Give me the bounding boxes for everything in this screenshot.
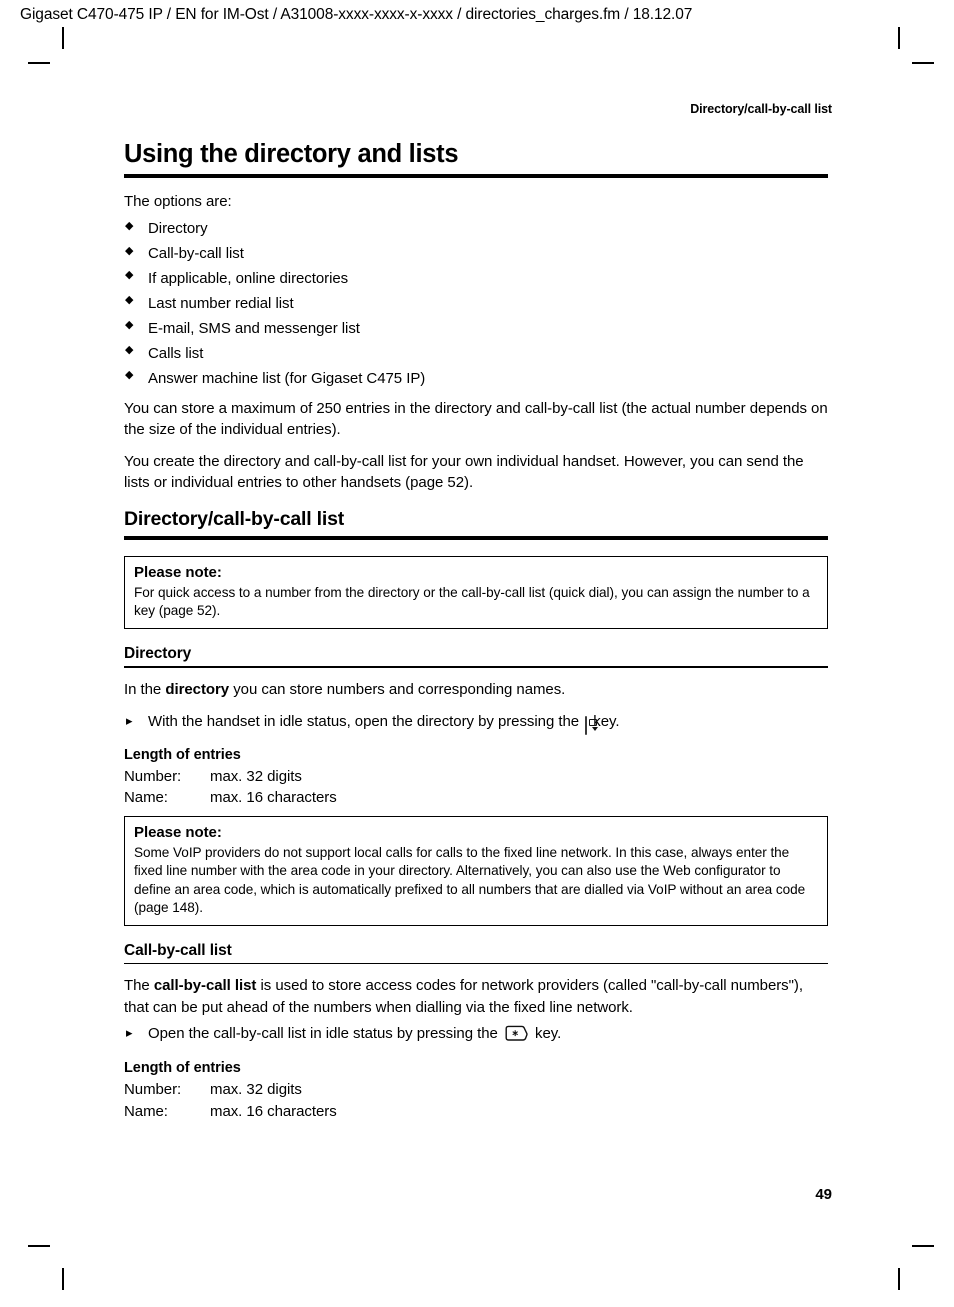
list-item: ◆ Answer machine list (for Gigaset C475 I… (124, 367, 828, 392)
subsection-title-call-by-call: Call-by-call list (124, 941, 232, 959)
list-item-label: E-mail, SMS and messenger list (148, 319, 360, 337)
please-note-box-1: Please note: For quick access to a numbe… (124, 556, 828, 629)
directory-name-value: max. 16 characters (210, 789, 337, 807)
content-column: Using the directory and lists The option… (124, 140, 828, 1122)
diamond-bullet-icon: ◆ (125, 344, 134, 357)
section-title: Directory/call-by-call list (124, 507, 345, 530)
list-item: ◆ If applicable, online directories (124, 267, 828, 292)
directory-step-pre: With the handset in idle status, open th… (148, 712, 584, 730)
cbc-step-pre: Open the call-by-call list in idle statu… (148, 1025, 502, 1043)
directory-number-value: max. 32 digits (210, 767, 302, 785)
directory-step: ▸ With the handset in idle status, open t… (124, 711, 828, 737)
cbc-number-value: max. 32 digits (210, 1080, 302, 1098)
note-title: Please note: (134, 824, 222, 842)
cbc-name-label: Name: (124, 1102, 168, 1120)
diamond-bullet-icon: ◆ (125, 368, 134, 381)
crop-mark-bottom-left-horizontal (28, 1245, 50, 1247)
star-key-icon (504, 1025, 529, 1049)
list-item-label: Call-by-call list (148, 245, 244, 263)
directory-intro: In the directory you can store numbers a… (124, 679, 828, 700)
directory-length-title: Length of entries (124, 746, 241, 763)
diamond-bullet-icon: ◆ (125, 244, 134, 257)
directory-key-icon (585, 715, 588, 737)
diamond-bullet-icon: ◆ (125, 294, 134, 307)
cbc-number-row: Number: max. 32 digits (124, 1079, 828, 1101)
options-intro: The options are: (124, 193, 232, 211)
section-rule (124, 536, 828, 541)
cbc-length-title: Length of entries (124, 1059, 241, 1076)
note-body: Some VoIP providers do not support local… (134, 844, 806, 916)
crop-mark-top-left-vertical (62, 27, 64, 49)
cbc-name-row: Name: max. 16 characters (124, 1101, 828, 1123)
list-item-label: Answer machine list (for Gigaset C475 IP… (148, 369, 426, 387)
step-arrow-icon: ▸ (126, 712, 133, 728)
directory-intro-post: you can store numbers and corresponding … (229, 680, 566, 698)
handset-paragraph: You create the directory and call-by-cal… (124, 453, 804, 492)
running-head: Directory/call-by-call list (690, 102, 832, 116)
list-item: ◆ Last number redial list (124, 292, 828, 317)
list-item-label: Last number redial list (148, 295, 294, 313)
step-arrow-icon: ▸ (126, 1024, 133, 1040)
crop-mark-bottom-right-vertical (898, 1268, 900, 1290)
list-item-label: If applicable, online directories (148, 270, 349, 288)
directory-number-label: Number: (124, 767, 182, 785)
chapter-rule (124, 174, 828, 179)
list-item: ◆ Calls list (124, 342, 828, 367)
crop-mark-top-right-horizontal (912, 62, 934, 64)
directory-name-row: Name: max. 16 characters (124, 787, 828, 809)
diamond-bullet-icon: ◆ (125, 219, 134, 232)
diamond-bullet-icon: ◆ (125, 319, 134, 332)
crop-mark-bottom-right-horizontal (912, 1245, 934, 1247)
capacity-paragraph: You can store a maximum of 250 entries i… (124, 399, 828, 438)
page-number: 49 (815, 1186, 832, 1203)
crop-mark-bottom-left-vertical (62, 1268, 64, 1290)
cbc-intro-bold: call-by-call list (153, 977, 257, 995)
crop-mark-top-right-vertical (898, 27, 900, 49)
list-item-label: Directory (148, 220, 208, 238)
cbc-name-value: max. 16 characters (210, 1102, 337, 1120)
list-item-label: Calls list (148, 344, 204, 362)
list-item: ◆ Directory (124, 217, 828, 242)
directory-intro-pre: In the (124, 680, 166, 698)
directory-intro-bold: directory (165, 680, 230, 698)
crop-mark-top-left-horizontal (28, 62, 50, 64)
subsection-rule-directory (124, 666, 828, 668)
cbc-intro-pre: The (124, 977, 154, 995)
please-note-box-2: Please note: Some VoIP providers do not … (124, 816, 828, 926)
options-list: ◆ Directory ◆ Call-by-call list ◆ If applic… (124, 217, 828, 391)
list-item: ◆ Call-by-call list (124, 242, 828, 267)
note-title: Please note: (134, 564, 222, 582)
file-info-strip: Gigaset C470-475 IP / EN for IM-Ost / A3… (20, 6, 693, 23)
document-page: Gigaset C470-475 IP / EN for IM-Ost / A3… (0, 0, 954, 1307)
cbc-number-label: Number: (124, 1080, 182, 1098)
directory-name-label: Name: (124, 789, 168, 807)
chapter-title: Using the directory and lists (124, 140, 459, 168)
cbc-intro: The call-by-call list is used to store a… (124, 975, 828, 1018)
subsection-rule-call-by-call (124, 963, 828, 965)
cbc-step: ▸ Open the call-by-call list in idle stat… (124, 1023, 828, 1049)
directory-number-row: Number: max. 32 digits (124, 766, 828, 788)
note-body: For quick access to a number from the di… (134, 584, 810, 619)
list-item: ◆ E-mail, SMS and messenger list (124, 317, 828, 342)
cbc-step-post: key. (530, 1025, 562, 1043)
diamond-bullet-icon: ◆ (125, 269, 134, 282)
subsection-title-directory: Directory (124, 644, 192, 662)
